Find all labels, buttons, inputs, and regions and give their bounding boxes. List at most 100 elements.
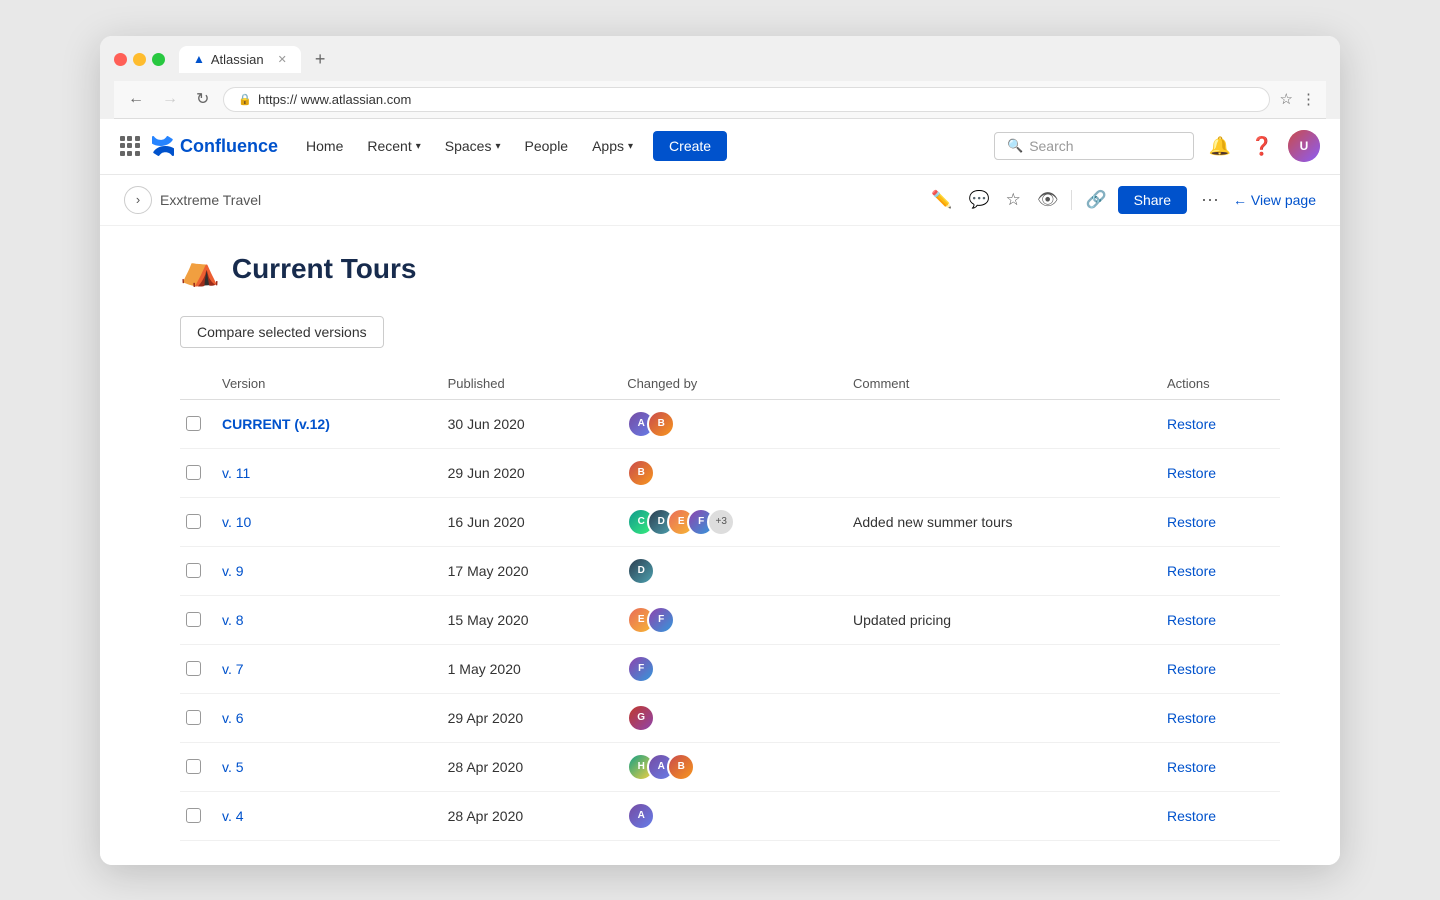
version-link[interactable]: CURRENT (v.12) — [222, 416, 330, 432]
share-button[interactable]: Share — [1118, 186, 1187, 214]
row-checkbox[interactable] — [186, 710, 201, 725]
nav-item-recent[interactable]: Recent — [357, 132, 430, 160]
refresh-button[interactable]: ↻ — [192, 87, 213, 111]
page-title-row: ⛺ Current Tours — [180, 250, 1280, 288]
version-link[interactable]: v. 7 — [222, 661, 244, 677]
confluence-logo-text: Confluence — [180, 136, 278, 157]
avatar: F — [627, 655, 655, 683]
confluence-logo[interactable]: Confluence — [152, 135, 278, 157]
restore-link[interactable]: Restore — [1167, 759, 1216, 775]
avatar-group: HAB — [627, 753, 829, 781]
back-button[interactable]: ← — [124, 88, 148, 110]
search-box[interactable]: 🔍 Search — [994, 132, 1194, 160]
row-checkbox[interactable] — [186, 808, 201, 823]
toolbar-actions: ✏️ 💬 ☆ 👁 🔗 Share ··· ← View page — [926, 185, 1316, 215]
address-bar-row: ← → ↻ 🔒 https:// www.atlassian.com ☆ ⋮ — [114, 81, 1326, 119]
restore-link[interactable]: Restore — [1167, 808, 1216, 824]
row-checkbox[interactable] — [186, 661, 201, 676]
nav-item-people[interactable]: People — [515, 132, 579, 160]
page-title: Current Tours — [232, 253, 417, 285]
user-avatar[interactable]: U — [1288, 130, 1320, 162]
compare-versions-button[interactable]: Compare selected versions — [180, 316, 384, 348]
watch-icon[interactable]: 👁 — [1032, 185, 1064, 215]
published-date: 30 Jun 2020 — [436, 399, 616, 448]
toolbar-separator — [1071, 190, 1072, 210]
more-actions-button[interactable]: ··· — [1193, 185, 1227, 214]
version-link[interactable]: v. 4 — [222, 808, 244, 824]
published-date: 16 Jun 2020 — [436, 497, 616, 546]
sidebar-toggle-button[interactable]: › — [124, 186, 152, 214]
restore-link[interactable]: Restore — [1167, 710, 1216, 726]
published-date: 29 Jun 2020 — [436, 448, 616, 497]
comment-text: Updated pricing — [841, 595, 1155, 644]
table-header-checkbox — [180, 368, 210, 400]
version-link[interactable]: v. 8 — [222, 612, 244, 628]
comment-text — [841, 693, 1155, 742]
published-date: 1 May 2020 — [436, 644, 616, 693]
avatar-group: CDEF+3 — [627, 508, 829, 536]
published-date: 28 Apr 2020 — [436, 791, 616, 840]
maximize-traffic-light[interactable] — [152, 53, 165, 66]
lock-icon: 🔒 — [238, 93, 252, 106]
tab-favicon-icon: ▲ — [193, 52, 205, 66]
table-row: v. 7 1 May 2020 F Restore — [180, 644, 1280, 693]
version-link[interactable]: v. 5 — [222, 759, 244, 775]
avatar: B — [627, 459, 655, 487]
restore-link[interactable]: Restore — [1167, 514, 1216, 530]
avatar: F — [647, 606, 675, 634]
restore-link[interactable]: Restore — [1167, 612, 1216, 628]
restore-link[interactable]: Restore — [1167, 661, 1216, 677]
row-checkbox[interactable] — [186, 612, 201, 627]
row-checkbox[interactable] — [186, 514, 201, 529]
restore-link[interactable]: Restore — [1167, 563, 1216, 579]
table-row: v. 629 Apr 2020GRestore — [180, 693, 1280, 742]
comment-text — [841, 791, 1155, 840]
version-link[interactable]: v. 6 — [222, 710, 244, 726]
comment-icon[interactable]: 💬 — [963, 185, 994, 215]
nav-item-home[interactable]: Home — [296, 132, 353, 160]
star-icon[interactable]: ☆ — [1280, 90, 1293, 108]
row-checkbox[interactable] — [186, 465, 201, 480]
traffic-lights — [114, 53, 165, 66]
forward-button[interactable]: → — [158, 88, 182, 110]
edit-icon[interactable]: ✏️ — [926, 185, 957, 215]
help-button[interactable]: ❓ — [1246, 130, 1278, 162]
page-toolbar: › Exxtreme Travel ✏️ 💬 ☆ 👁 🔗 Share ··· ←… — [100, 175, 1340, 226]
version-link[interactable]: v. 10 — [222, 514, 251, 530]
restore-link[interactable]: Restore — [1167, 416, 1216, 432]
table-row: v. 4 28 Apr 2020 A Restore — [180, 791, 1280, 840]
avatar: D — [627, 557, 655, 585]
browser-chrome: ▲ Atlassian ✕ + ← → ↻ 🔒 https:// www.atl… — [100, 36, 1340, 119]
nav-item-spaces[interactable]: Spaces — [435, 132, 511, 160]
star-icon[interactable]: ☆ — [1001, 185, 1026, 215]
comment-text — [841, 448, 1155, 497]
address-bar[interactable]: 🔒 https:// www.atlassian.com — [223, 87, 1269, 112]
restore-link[interactable]: Restore — [1167, 465, 1216, 481]
row-checkbox[interactable] — [186, 759, 201, 774]
apps-grid-icon[interactable] — [120, 136, 140, 156]
main-content: ⛺ Current Tours Compare selected version… — [100, 226, 1340, 865]
browser-tab[interactable]: ▲ Atlassian ✕ — [179, 46, 301, 73]
table-row: CURRENT (v.12)30 Jun 2020ABRestore — [180, 399, 1280, 448]
notifications-button[interactable]: 🔔 — [1204, 130, 1236, 162]
avatar: A — [627, 802, 655, 830]
table-header-published: Published — [436, 368, 616, 400]
view-page-button[interactable]: ← View page — [1233, 192, 1316, 208]
close-traffic-light[interactable] — [114, 53, 127, 66]
create-button[interactable]: Create — [653, 131, 727, 161]
nav-item-apps[interactable]: Apps — [582, 132, 643, 160]
row-checkbox[interactable] — [186, 563, 201, 578]
row-checkbox[interactable] — [186, 416, 201, 431]
comment-text — [841, 546, 1155, 595]
published-date: 28 Apr 2020 — [436, 742, 616, 791]
version-link[interactable]: v. 11 — [222, 465, 250, 481]
avatar-group: EF — [627, 606, 829, 634]
copy-link-icon[interactable]: 🔗 — [1080, 185, 1111, 215]
minimize-traffic-light[interactable] — [133, 53, 146, 66]
new-tab-button[interactable]: + — [311, 49, 330, 70]
table-header-row: Version Published Changed by Comment Act… — [180, 368, 1280, 400]
version-link[interactable]: v. 9 — [222, 563, 244, 579]
tab-close-icon[interactable]: ✕ — [278, 53, 287, 66]
more-options-icon[interactable]: ⋮ — [1301, 90, 1316, 108]
published-date: 15 May 2020 — [436, 595, 616, 644]
